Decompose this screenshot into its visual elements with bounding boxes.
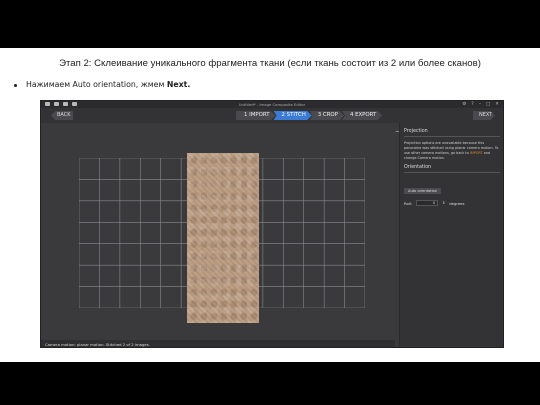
projection-info: Projection options are unavailable becau… xyxy=(404,141,500,161)
instruction-text: Нажимаем Auto orientation, жмем xyxy=(26,80,167,89)
settings-icon[interactable]: ⚙ xyxy=(462,102,466,107)
ice-app-window: Untitled* - Image Composite Editor ⚙ ? –… xyxy=(40,100,504,348)
settings-panel: Projection Projection options are unavai… xyxy=(399,123,503,347)
fabric-texture xyxy=(187,153,259,323)
step-stitch[interactable]: 2 STITCH xyxy=(273,111,312,120)
next-button[interactable]: NEXT xyxy=(473,111,495,120)
roll-row: Roll: 0 ⇕ degrees xyxy=(404,200,500,206)
maximize-icon[interactable]: □ xyxy=(486,102,490,107)
title-bar: Untitled* - Image Composite Editor ⚙ ? –… xyxy=(41,101,503,108)
minimize-icon[interactable]: – xyxy=(479,102,481,107)
close-icon[interactable]: ✕ xyxy=(495,102,499,107)
status-bar: Camera motion: planar motion. Stitched 2… xyxy=(41,340,395,347)
instruction-bold: Next. xyxy=(166,80,191,89)
stitch-canvas[interactable] xyxy=(41,123,395,340)
app-title: Untitled* - Image Composite Editor xyxy=(238,102,306,107)
roll-input[interactable]: 0 xyxy=(416,200,439,206)
instruction-bullet: Нажимаем Auto orientation, жмем Next. xyxy=(14,80,190,89)
window-controls: ⚙ ? – □ ✕ xyxy=(462,102,499,107)
slide-title: Этап 2: Склеивание уникального фрагмента… xyxy=(59,58,481,69)
step-crop[interactable]: 3 CROP xyxy=(309,111,344,120)
wizard-nav: BACK 1 IMPORT 2 STITCH 3 CROP 4 EXPORT N… xyxy=(41,108,503,123)
divider xyxy=(404,172,500,173)
auto-orientation-button[interactable]: Auto orientation xyxy=(404,188,442,194)
wizard-steps: 1 IMPORT 2 STITCH 3 CROP 4 EXPORT xyxy=(236,111,383,120)
divider xyxy=(404,136,500,137)
orientation-heading: Orientation xyxy=(404,165,432,170)
roll-label: Roll: xyxy=(404,200,413,206)
step-import[interactable]: 1 IMPORT xyxy=(236,111,276,120)
help-icon[interactable]: ? xyxy=(471,102,473,107)
roll-unit: degrees xyxy=(449,200,465,206)
back-button[interactable]: BACK xyxy=(51,111,73,120)
step-export[interactable]: 4 EXPORT xyxy=(341,111,383,120)
projection-heading: Projection xyxy=(404,129,428,134)
bullet-dot xyxy=(14,83,17,87)
slide: Этап 2: Склеивание уникального фрагмента… xyxy=(0,48,540,362)
roll-spinner-icon[interactable]: ⇕ xyxy=(442,201,445,205)
import-link[interactable]: IMPORT xyxy=(470,151,483,155)
